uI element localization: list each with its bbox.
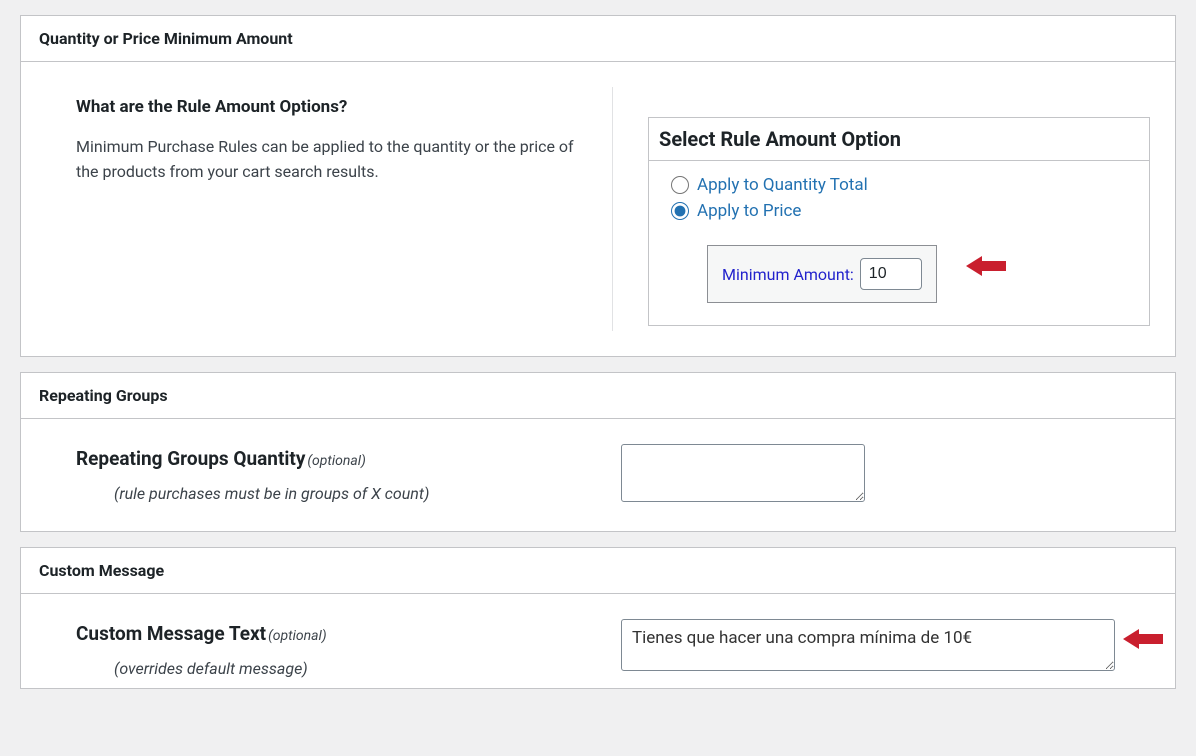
help-description: Minimum Purchase Rules can be applied to… bbox=[76, 135, 582, 185]
repeating-groups-label: Repeating Groups Quantity bbox=[76, 447, 305, 470]
fieldset-body: Apply to Quantity Total Apply to Price M… bbox=[649, 161, 1149, 325]
fieldset-title: Select Rule Amount Option bbox=[649, 118, 1149, 161]
help-column: What are the Rule Amount Options? Minimu… bbox=[76, 87, 613, 331]
custom-message-input[interactable] bbox=[621, 619, 1115, 671]
radio-row-price: Apply to Price bbox=[671, 201, 1127, 221]
custom-message-hint: (overrides default message) bbox=[114, 659, 613, 678]
arrow-left-icon bbox=[1123, 627, 1163, 651]
arrow-left-icon bbox=[966, 254, 1006, 278]
optional-tag: (optional) bbox=[268, 628, 326, 644]
minimum-amount-box: Minimum Amount: bbox=[707, 245, 937, 303]
radio-label-price[interactable]: Apply to Price bbox=[697, 201, 801, 221]
panel-repeating-groups: Repeating Groups Repeating Groups Quanti… bbox=[20, 372, 1176, 532]
panel-body: Custom Message Text(optional) (overrides… bbox=[21, 594, 1175, 688]
repeating-groups-hint: (rule purchases must be in groups of X c… bbox=[114, 484, 613, 503]
field-input-column bbox=[613, 444, 1150, 506]
radio-label-quantity[interactable]: Apply to Quantity Total bbox=[697, 175, 868, 195]
repeating-groups-input[interactable] bbox=[621, 444, 865, 502]
radio-apply-quantity[interactable] bbox=[671, 176, 689, 194]
minimum-amount-input[interactable] bbox=[860, 258, 922, 290]
radio-row-quantity: Apply to Quantity Total bbox=[671, 175, 1127, 195]
minimum-amount-label: Minimum Amount: bbox=[722, 265, 854, 284]
panel-body: Repeating Groups Quantity(optional) (rul… bbox=[21, 419, 1175, 531]
panel-quantity-price-minimum: Quantity or Price Minimum Amount What ar… bbox=[20, 15, 1176, 357]
optional-tag: (optional) bbox=[307, 453, 365, 469]
field-input-column bbox=[613, 619, 1150, 675]
rule-amount-fieldset: Select Rule Amount Option Apply to Quant… bbox=[648, 117, 1150, 326]
field-label-column: Custom Message Text(optional) (overrides… bbox=[76, 619, 613, 678]
options-column: Select Rule Amount Option Apply to Quant… bbox=[613, 87, 1150, 331]
help-heading: What are the Rule Amount Options? bbox=[76, 97, 582, 117]
panel-body: What are the Rule Amount Options? Minimu… bbox=[21, 62, 1175, 356]
panel-header-repeating: Repeating Groups bbox=[21, 373, 1175, 419]
panel-header-custom-message: Custom Message bbox=[21, 548, 1175, 594]
panel-custom-message: Custom Message Custom Message Text(optio… bbox=[20, 547, 1176, 689]
custom-message-label: Custom Message Text bbox=[76, 622, 266, 645]
field-label-column: Repeating Groups Quantity(optional) (rul… bbox=[76, 444, 613, 503]
panel-header-quantity-price: Quantity or Price Minimum Amount bbox=[21, 16, 1175, 62]
radio-apply-price[interactable] bbox=[671, 202, 689, 220]
